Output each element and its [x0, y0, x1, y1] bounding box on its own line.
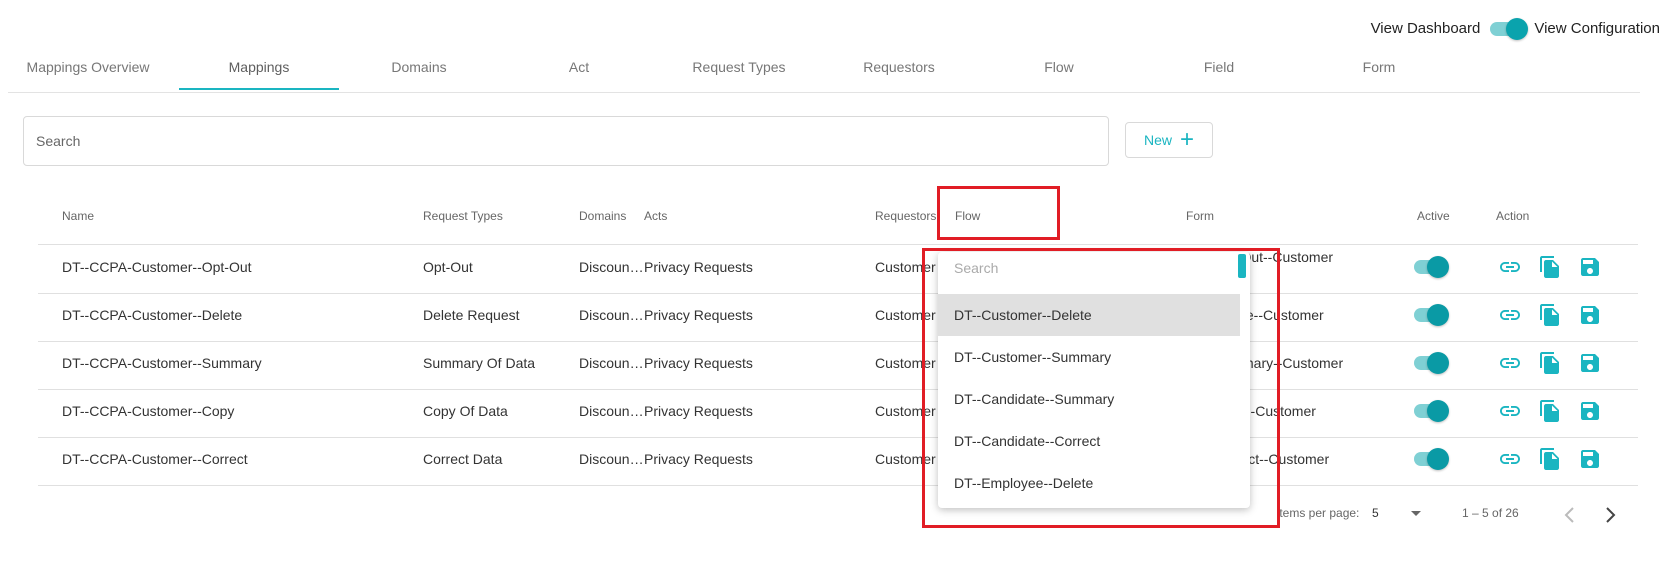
- chevron-down-icon[interactable]: [1410, 509, 1422, 519]
- table-row[interactable]: DT--CCPA-Customer--Delete Delete Request…: [38, 293, 1638, 342]
- active-toggle[interactable]: [1414, 352, 1449, 374]
- copy-icon[interactable]: [1538, 399, 1562, 423]
- search-field: [23, 116, 1109, 166]
- cell-act: Privacy Requests: [644, 259, 753, 275]
- save-icon[interactable]: [1578, 399, 1602, 423]
- tab-flow[interactable]: Flow: [979, 52, 1139, 90]
- previous-page-icon[interactable]: [1562, 505, 1578, 525]
- header-action: Action: [1496, 209, 1530, 223]
- cell-request-type: Opt-Out: [423, 259, 473, 275]
- save-icon[interactable]: [1578, 447, 1602, 471]
- cell-domain: Discoun…: [579, 259, 644, 275]
- page-size-select[interactable]: 5: [1372, 506, 1379, 520]
- cell-name: DT--CCPA-Customer--Opt-Out: [62, 259, 252, 275]
- new-button[interactable]: New +: [1125, 122, 1213, 158]
- cell-act: Privacy Requests: [644, 307, 753, 323]
- cell-act: Privacy Requests: [644, 451, 753, 467]
- header-domains[interactable]: Domains: [579, 209, 626, 223]
- cell-request-type: Delete Request: [423, 307, 520, 323]
- tab-mappings-overview[interactable]: Mappings Overview: [8, 52, 168, 90]
- tab-requestors[interactable]: Requestors: [819, 52, 979, 90]
- link-icon[interactable]: [1498, 303, 1522, 327]
- active-toggle[interactable]: [1414, 304, 1449, 326]
- cell-domain: Discoun…: [579, 307, 644, 323]
- save-icon[interactable]: [1578, 303, 1602, 327]
- header-name[interactable]: Name: [62, 209, 94, 223]
- next-page-icon[interactable]: [1602, 505, 1618, 525]
- cell-request-type: Summary Of Data: [423, 355, 536, 371]
- table-row[interactable]: DT--CCPA-Customer--Summary Summary Of Da…: [38, 341, 1638, 390]
- cell-request-type: Copy Of Data: [423, 403, 508, 419]
- header-form[interactable]: Form: [1186, 209, 1214, 223]
- tab-act[interactable]: Act: [499, 52, 659, 90]
- table-row[interactable]: DT--CCPA-Customer--Correct Correct Data …: [38, 437, 1638, 486]
- header-acts[interactable]: Acts: [644, 209, 667, 223]
- tab-bar: Mappings Overview Mappings Domains Act R…: [8, 52, 1640, 93]
- view-toggle: View Dashboard View Configuration: [1370, 17, 1660, 40]
- copy-icon[interactable]: [1538, 255, 1562, 279]
- cell-act: Privacy Requests: [644, 403, 753, 419]
- link-icon[interactable]: [1498, 447, 1522, 471]
- save-icon[interactable]: [1578, 351, 1602, 375]
- view-configuration-label: View Configuration: [1534, 20, 1660, 37]
- tab-form[interactable]: Form: [1299, 52, 1459, 90]
- table-row[interactable]: DT--CCPA-Customer--Copy Copy Of Data Dis…: [38, 389, 1638, 438]
- items-per-page-label: Items per page:: [1276, 506, 1360, 520]
- link-icon[interactable]: [1498, 255, 1522, 279]
- header-active[interactable]: Active: [1417, 209, 1450, 223]
- copy-icon[interactable]: [1538, 303, 1562, 327]
- active-toggle[interactable]: [1414, 256, 1449, 278]
- tab-request-types[interactable]: Request Types: [659, 52, 819, 90]
- flow-dropdown-highlight: [922, 248, 1280, 528]
- toggle-knob: [1427, 400, 1449, 422]
- active-toggle[interactable]: [1414, 400, 1449, 422]
- cell-name: DT--CCPA-Customer--Correct: [62, 451, 248, 467]
- tab-field[interactable]: Field: [1139, 52, 1299, 90]
- active-toggle[interactable]: [1414, 448, 1449, 470]
- save-icon[interactable]: [1578, 255, 1602, 279]
- cell-domain: Discoun…: [579, 451, 644, 467]
- toggle-knob: [1427, 448, 1449, 470]
- plus-icon: +: [1180, 126, 1195, 153]
- copy-icon[interactable]: [1538, 447, 1562, 471]
- header-request-types[interactable]: Request Types: [423, 209, 503, 223]
- table-row[interactable]: DT--CCPA-Customer--Opt-Out Opt-Out Disco…: [38, 245, 1638, 294]
- cell-name: DT--CCPA-Customer--Summary: [62, 355, 262, 371]
- new-button-label: New: [1143, 132, 1172, 148]
- tab-domains[interactable]: Domains: [339, 52, 499, 90]
- header-requestors[interactable]: Requestors: [875, 209, 936, 223]
- view-dashboard-label: View Dashboard: [1370, 20, 1481, 37]
- view-mode-switch[interactable]: [1490, 17, 1529, 40]
- cell-name: DT--CCPA-Customer--Copy: [62, 403, 235, 419]
- cell-domain: Discoun…: [579, 355, 644, 371]
- copy-icon[interactable]: [1538, 351, 1562, 375]
- toggle-knob: [1427, 256, 1449, 278]
- cell-name: DT--CCPA-Customer--Delete: [62, 307, 243, 323]
- flow-header-highlight: [937, 186, 1060, 240]
- search-input[interactable]: [24, 117, 1108, 165]
- cell-act: Privacy Requests: [644, 355, 753, 371]
- page-range: 1 – 5 of 26: [1462, 506, 1519, 520]
- switch-knob: [1506, 17, 1529, 40]
- tab-mappings[interactable]: Mappings: [179, 52, 339, 90]
- link-icon[interactable]: [1498, 399, 1522, 423]
- cell-request-type: Correct Data: [423, 451, 503, 467]
- link-icon[interactable]: [1498, 351, 1522, 375]
- toggle-knob: [1427, 352, 1449, 374]
- toggle-knob: [1427, 304, 1449, 326]
- cell-domain: Discoun…: [579, 403, 644, 419]
